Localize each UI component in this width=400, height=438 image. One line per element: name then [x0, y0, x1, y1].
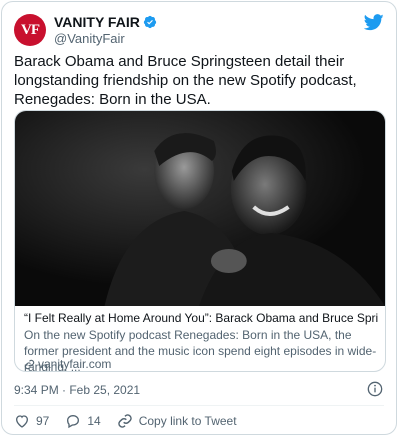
divider: [14, 405, 384, 406]
preview-photo: [15, 111, 385, 306]
twitter-bird-icon[interactable]: [364, 14, 384, 31]
link-title[interactable]: “I Felt Really at Home Around You”: Bara…: [24, 311, 378, 325]
copy-link-icon: [118, 414, 132, 428]
reply-icon: [67, 414, 80, 429]
link-icon: [24, 359, 35, 369]
heart-icon: [15, 415, 29, 428]
like-count: 97: [36, 414, 50, 428]
copy-link-label: Copy link to Tweet: [138, 414, 237, 428]
info-icon[interactable]: [367, 381, 383, 397]
reply-button[interactable]: 14: [65, 413, 101, 429]
reply-count: 14: [87, 414, 101, 428]
avatar-monogram: VF: [21, 21, 40, 38]
link-domain: vanityfair.com: [38, 357, 112, 371]
tweet-actions: 97 14 Copy link to Tweet: [14, 413, 253, 429]
tweet-text: Barack Obama and Bruce Springsteen detai…: [14, 53, 357, 108]
like-button[interactable]: 97: [14, 413, 49, 429]
author-name-row[interactable]: VANITY FAIR: [54, 14, 157, 30]
author-name[interactable]: VANITY FAIR: [54, 14, 140, 30]
link-domain-row[interactable]: vanityfair.com: [24, 357, 111, 371]
tweet-embed: VF VANITY FAIR @VanityFair Barack Obama …: [1, 1, 397, 435]
verified-badge-icon: [143, 15, 156, 29]
copy-link-button[interactable]: Copy link to Tweet: [117, 413, 237, 429]
author-handle[interactable]: @VanityFair: [54, 31, 125, 46]
tweet-timestamp[interactable]: 9:34 PM · Feb 25, 2021: [14, 383, 140, 397]
link-preview-card[interactable]: “I Felt Really at Home Around You”: Bara…: [14, 110, 386, 372]
avatar[interactable]: VF: [14, 14, 46, 46]
